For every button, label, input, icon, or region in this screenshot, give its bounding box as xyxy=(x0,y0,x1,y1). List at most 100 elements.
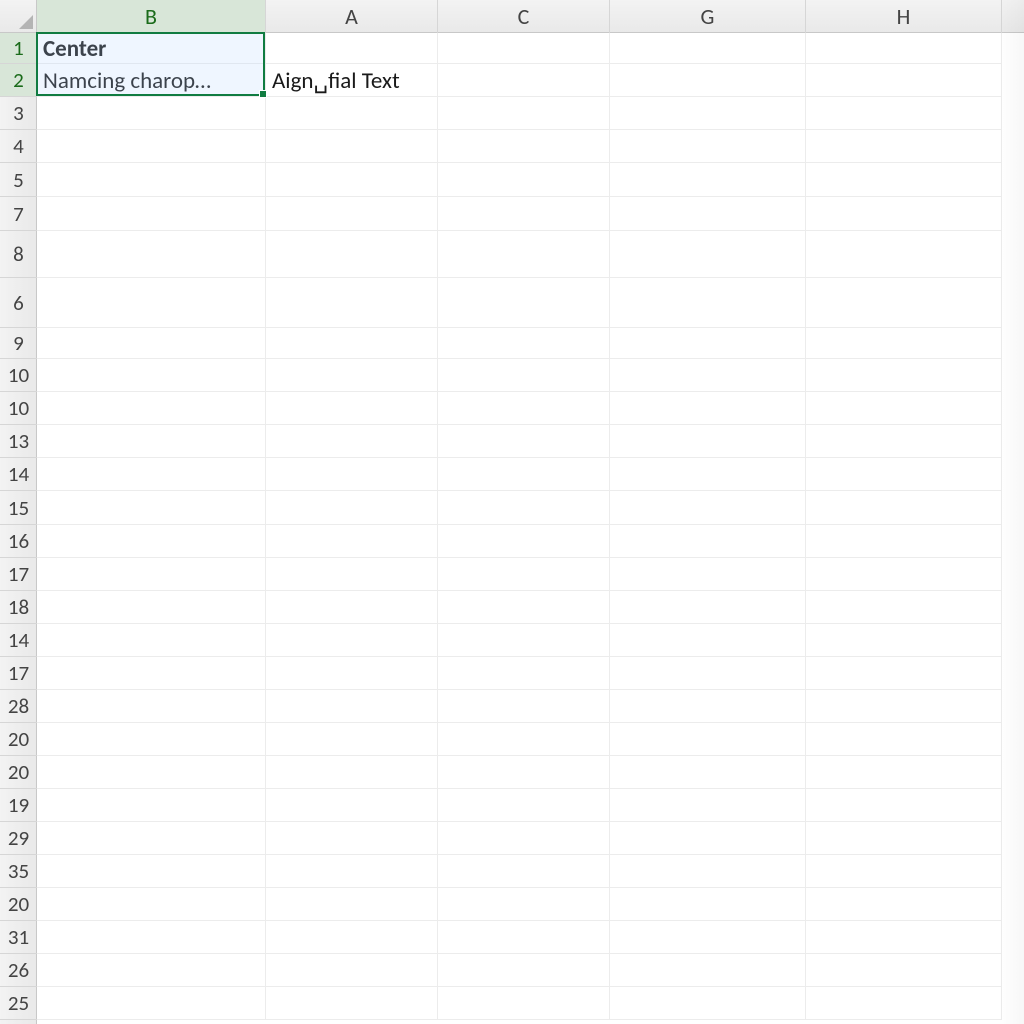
cell-G16[interactable] xyxy=(610,558,806,591)
cell-H27[interactable] xyxy=(806,921,1002,954)
cell-H14[interactable] xyxy=(806,491,1002,525)
cell-H3[interactable] xyxy=(806,97,1002,130)
cell-G21[interactable] xyxy=(610,723,806,756)
row-header-27[interactable]: 31 xyxy=(0,921,37,954)
cell-G6[interactable] xyxy=(610,197,806,231)
cell-B22[interactable] xyxy=(37,756,266,789)
cell-H1[interactable] xyxy=(806,33,1002,64)
cell-C18[interactable] xyxy=(438,624,610,657)
cell-G3[interactable] xyxy=(610,97,806,130)
cell-H28[interactable] xyxy=(806,954,1002,987)
cell-B17[interactable] xyxy=(37,591,266,624)
cell-B16[interactable] xyxy=(37,558,266,591)
row-header-11[interactable]: 10 xyxy=(0,392,37,425)
cell-G7[interactable] xyxy=(610,231,806,278)
cell-H24[interactable] xyxy=(806,822,1002,855)
cell-H23[interactable] xyxy=(806,789,1002,822)
cell-A2[interactable]: Aign␣fial Text xyxy=(266,64,438,97)
cell-C17[interactable] xyxy=(438,591,610,624)
cell-C24[interactable] xyxy=(438,822,610,855)
cell-C10[interactable] xyxy=(438,359,610,392)
cell-A4[interactable] xyxy=(266,130,438,163)
row-header-5[interactable]: 5 xyxy=(0,163,37,197)
cell-B20[interactable] xyxy=(37,690,266,723)
cell-grid[interactable]: CenterNamcing charop…Aign␣fial Text xyxy=(37,33,1024,1024)
row-header-9[interactable]: 9 xyxy=(0,328,37,359)
cell-H29[interactable] xyxy=(806,987,1002,1020)
cell-A10[interactable] xyxy=(266,359,438,392)
cell-C23[interactable] xyxy=(438,789,610,822)
cell-C13[interactable] xyxy=(438,458,610,491)
row-header-4[interactable]: 4 xyxy=(0,130,37,163)
cell-H6[interactable] xyxy=(806,197,1002,231)
cell-H5[interactable] xyxy=(806,163,1002,197)
cell-G25[interactable] xyxy=(610,855,806,888)
cell-H21[interactable] xyxy=(806,723,1002,756)
cell-B24[interactable] xyxy=(37,822,266,855)
select-all-corner[interactable] xyxy=(0,0,37,33)
row-header-17[interactable]: 18 xyxy=(0,591,37,624)
cell-G19[interactable] xyxy=(610,657,806,690)
cell-B11[interactable] xyxy=(37,392,266,425)
cell-C4[interactable] xyxy=(438,130,610,163)
cell-G5[interactable] xyxy=(610,163,806,197)
cell-B27[interactable] xyxy=(37,921,266,954)
cell-G12[interactable] xyxy=(610,425,806,458)
cell-B10[interactable] xyxy=(37,359,266,392)
cell-C29[interactable] xyxy=(438,987,610,1020)
cell-G15[interactable] xyxy=(610,525,806,558)
cell-H4[interactable] xyxy=(806,130,1002,163)
cell-C15[interactable] xyxy=(438,525,610,558)
cell-B21[interactable] xyxy=(37,723,266,756)
cell-H25[interactable] xyxy=(806,855,1002,888)
cell-H8[interactable] xyxy=(806,278,1002,328)
cell-C25[interactable] xyxy=(438,855,610,888)
row-header-24[interactable]: 29 xyxy=(0,822,37,855)
cell-B14[interactable] xyxy=(37,491,266,525)
cell-A24[interactable] xyxy=(266,822,438,855)
cell-B9[interactable] xyxy=(37,328,266,359)
cell-B1[interactable]: Center xyxy=(37,33,266,64)
cell-C28[interactable] xyxy=(438,954,610,987)
cell-B4[interactable] xyxy=(37,130,266,163)
cell-A8[interactable] xyxy=(266,278,438,328)
cell-B6[interactable] xyxy=(37,197,266,231)
cell-A15[interactable] xyxy=(266,525,438,558)
cell-G11[interactable] xyxy=(610,392,806,425)
cell-C6[interactable] xyxy=(438,197,610,231)
cell-A28[interactable] xyxy=(266,954,438,987)
row-header-12[interactable]: 13 xyxy=(0,425,37,458)
row-header-29[interactable]: 25 xyxy=(0,987,37,1020)
cell-B28[interactable] xyxy=(37,954,266,987)
row-header-16[interactable]: 17 xyxy=(0,558,37,591)
cell-G27[interactable] xyxy=(610,921,806,954)
row-header-13[interactable]: 14 xyxy=(0,458,37,491)
column-header-H[interactable]: H xyxy=(806,0,1002,33)
column-header-B[interactable]: B xyxy=(37,0,266,33)
cell-C1[interactable] xyxy=(438,33,610,64)
cell-H18[interactable] xyxy=(806,624,1002,657)
row-header-21[interactable]: 20 xyxy=(0,723,37,756)
cell-C8[interactable] xyxy=(438,278,610,328)
cell-G8[interactable] xyxy=(610,278,806,328)
cell-C11[interactable] xyxy=(438,392,610,425)
cell-B23[interactable] xyxy=(37,789,266,822)
cell-H20[interactable] xyxy=(806,690,1002,723)
row-header-3[interactable]: 3 xyxy=(0,97,37,130)
cell-C26[interactable] xyxy=(438,888,610,921)
cell-A27[interactable] xyxy=(266,921,438,954)
cell-B15[interactable] xyxy=(37,525,266,558)
row-header-15[interactable]: 16 xyxy=(0,525,37,558)
row-header-14[interactable]: 15 xyxy=(0,491,37,525)
cell-B29[interactable] xyxy=(37,987,266,1020)
cell-G10[interactable] xyxy=(610,359,806,392)
cell-G23[interactable] xyxy=(610,789,806,822)
cell-G14[interactable] xyxy=(610,491,806,525)
cell-H22[interactable] xyxy=(806,756,1002,789)
column-header-A[interactable]: A xyxy=(266,0,438,33)
column-header-C[interactable]: C xyxy=(438,0,610,33)
row-header-18[interactable]: 14 xyxy=(0,624,37,657)
cell-H17[interactable] xyxy=(806,591,1002,624)
cell-A26[interactable] xyxy=(266,888,438,921)
row-header-7[interactable]: 8 xyxy=(0,231,37,278)
